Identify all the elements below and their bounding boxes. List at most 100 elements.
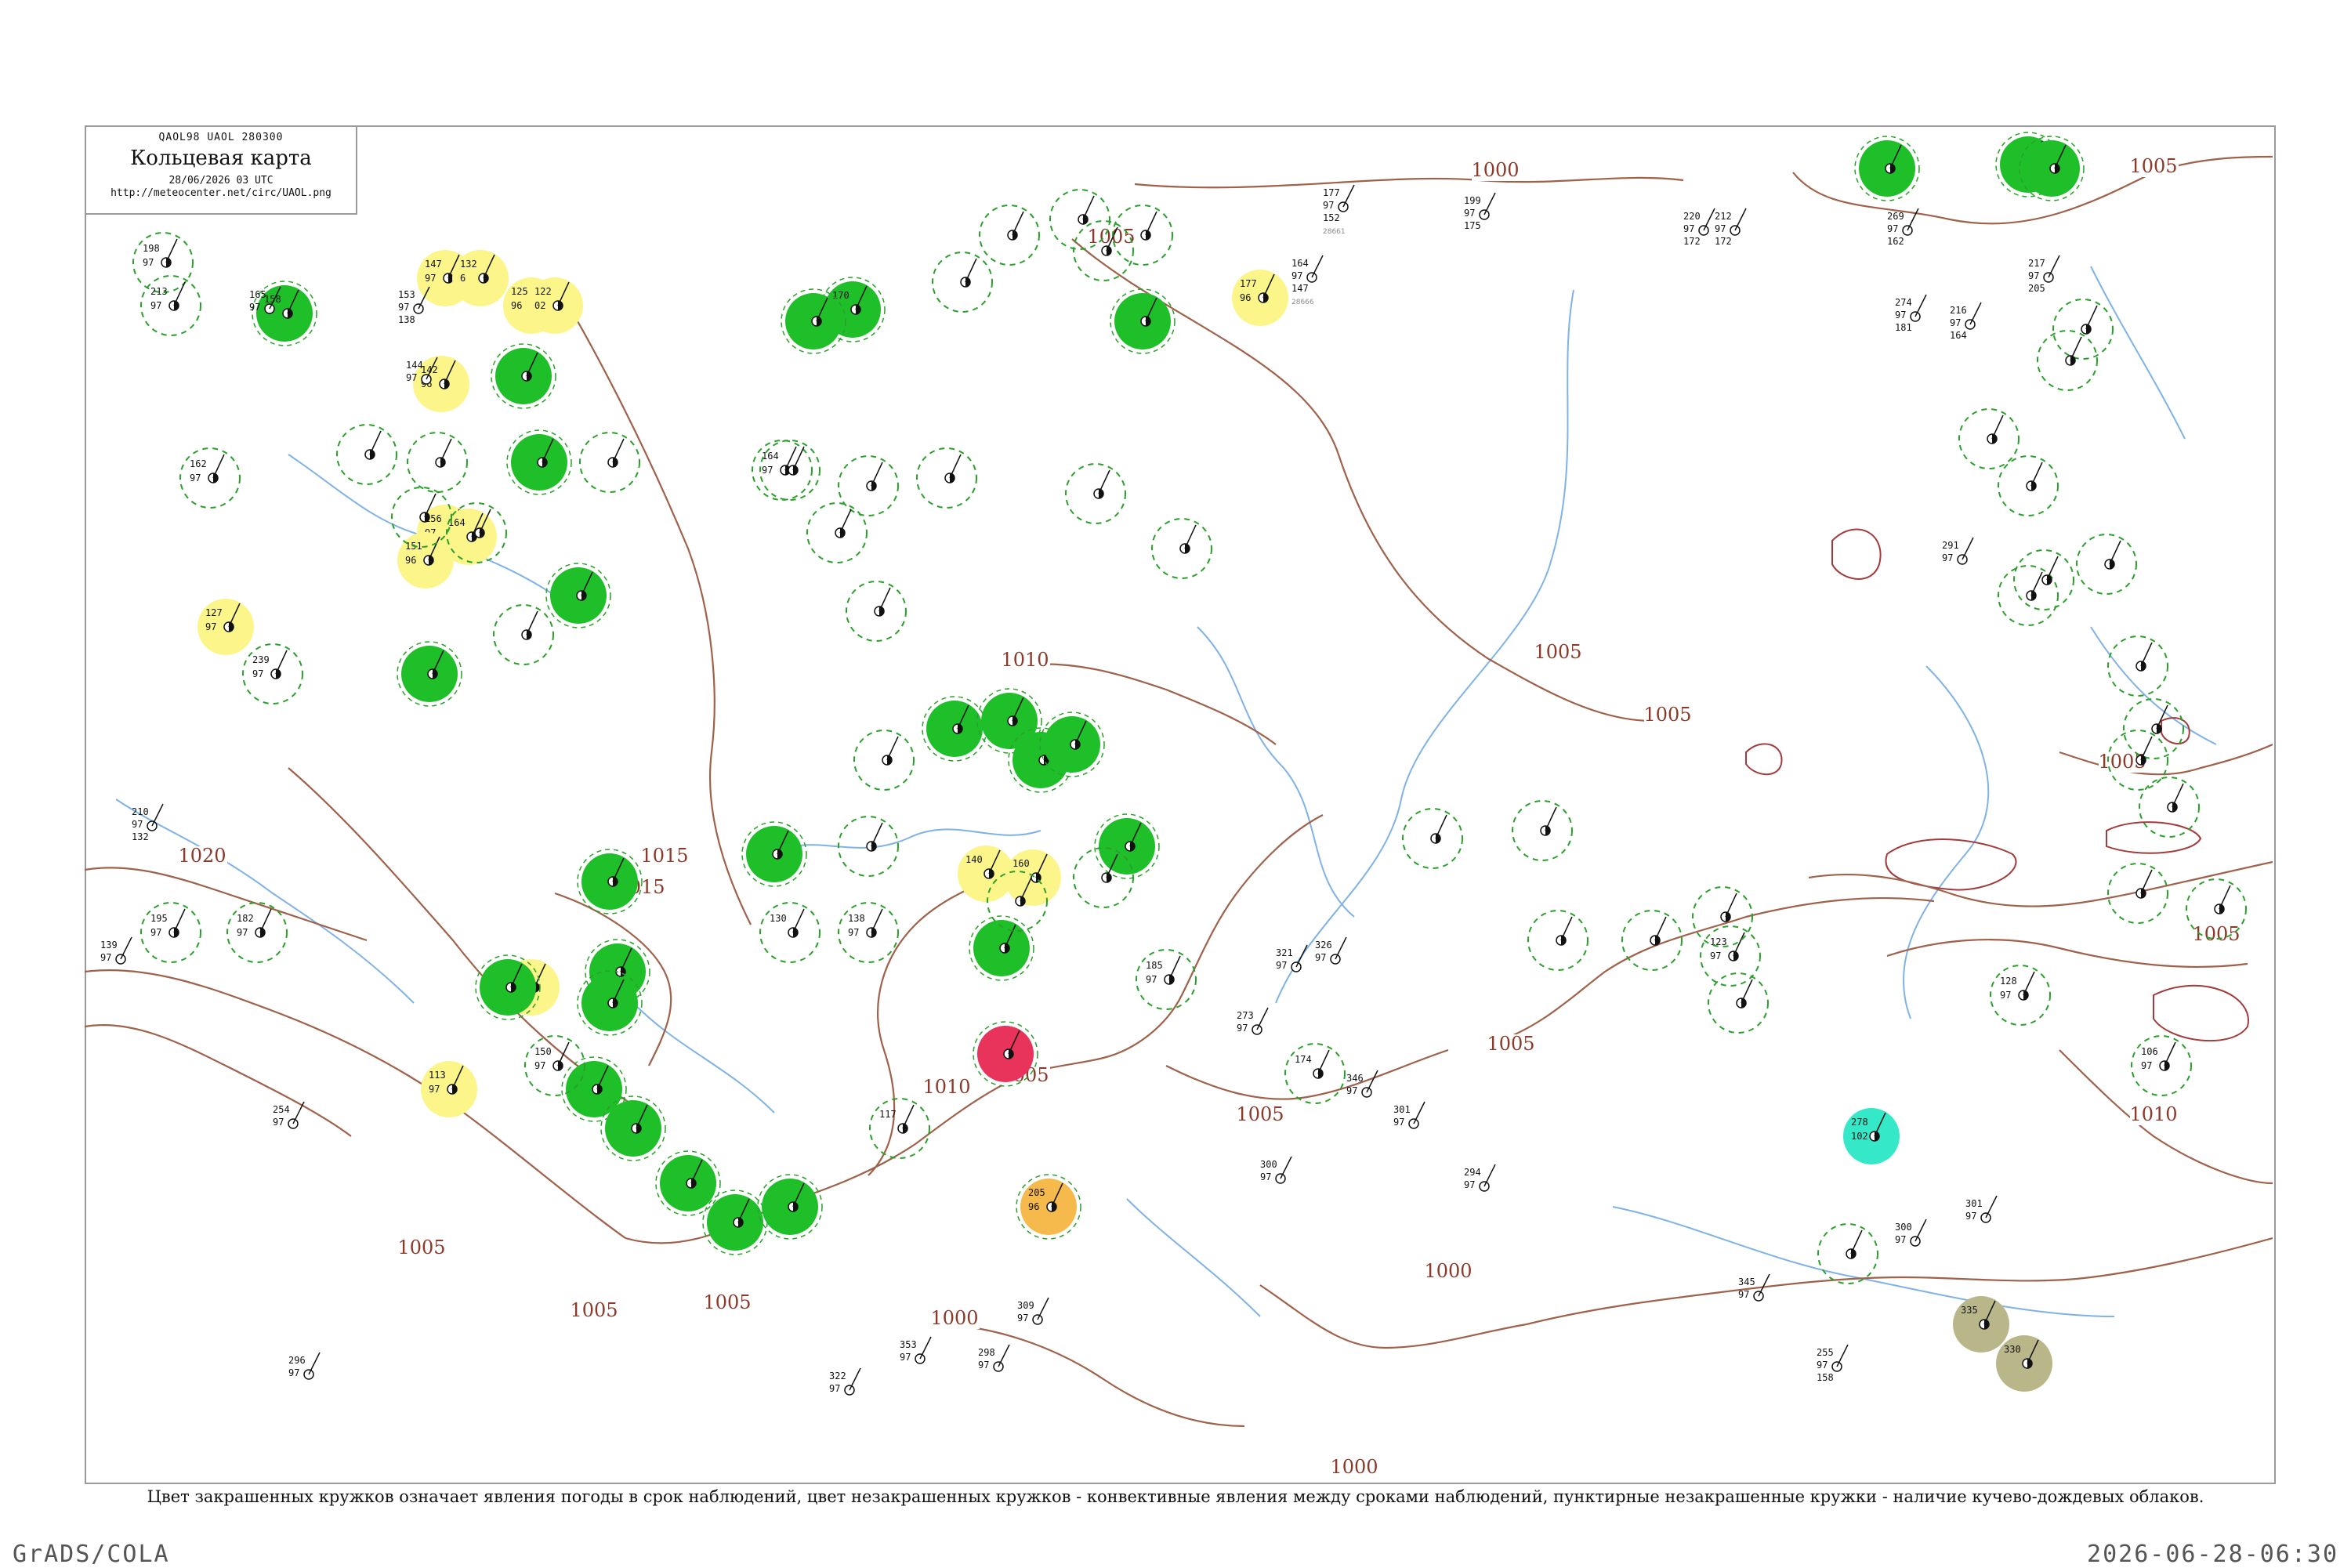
station-marker[interactable] [2107,863,2168,924]
station-marker[interactable]: 30197 [1965,1195,1998,1223]
station-marker[interactable]: 12202 [527,277,583,334]
station-marker[interactable]: 23997 [242,643,303,704]
station-marker[interactable] [2052,299,2114,360]
station-marker[interactable] [577,849,643,914]
station-marker[interactable]: 25497 [273,1101,305,1129]
station-marker[interactable] [1998,455,2059,516]
station-marker[interactable]: 29697 [288,1352,321,1380]
station-marker[interactable]: 177 97152 28661 [1323,184,1355,236]
station-marker[interactable] [1151,518,1212,579]
station-marker[interactable]: 174 [1284,1043,1346,1104]
station-marker[interactable] [1402,808,1463,869]
station-marker[interactable]: 13897 [838,902,899,963]
station-marker[interactable]: 18597 [1136,949,1197,1010]
station-marker[interactable] [1512,800,1573,861]
station-marker[interactable]: 199 97175 [1464,192,1496,231]
station-marker[interactable]: 32197 [1276,944,1308,972]
station-marker[interactable] [2037,330,2098,391]
station-marker[interactable] [2076,534,2137,595]
isobar-label: 1005 [1087,226,1135,248]
station-marker[interactable]: 29497 [1464,1164,1496,1192]
station-marker[interactable] [916,447,977,509]
station-marker[interactable]: 19597 [140,902,201,963]
station-marker[interactable] [397,641,462,707]
station-marker[interactable]: 26997 162 [1887,208,1919,247]
station-marker[interactable] [1817,1223,1878,1284]
station-marker[interactable]: 30997 [1017,1297,1049,1325]
station-marker[interactable]: 35397 [900,1336,932,1364]
station-marker[interactable] [1065,463,1126,524]
station-marker[interactable] [1527,910,1588,971]
station-marker[interactable] [2123,698,2184,759]
station-marker[interactable]: 30197 [1393,1101,1425,1129]
station-marker[interactable]: 15196 [397,532,454,588]
station-marker[interactable] [702,1190,768,1255]
station-marker[interactable]: 1326 [452,250,509,306]
station-marker[interactable]: 30097 [1895,1219,1927,1247]
station-marker[interactable]: 335 [1953,1296,2009,1353]
station-marker[interactable] [2139,777,2200,838]
station-marker[interactable]: 27397 [1237,1007,1269,1035]
station-marker[interactable]: 21397 [140,275,201,336]
station-marker[interactable] [741,821,807,887]
wind-barb-icon [1991,415,2004,440]
station-marker[interactable] [846,581,907,642]
station-marker[interactable] [806,502,868,563]
station-marker[interactable] [491,343,556,409]
station-marker[interactable]: 255 97158 [1817,1344,1849,1383]
station-marker[interactable] [506,429,572,495]
station-marker[interactable]: 330 [1996,1335,2052,1392]
station-marker[interactable]: 30097 [1260,1156,1292,1184]
station-marker[interactable] [1621,910,1683,971]
station-marker[interactable] [1854,136,1920,201]
station-marker[interactable] [1094,813,1160,879]
station-marker[interactable] [838,816,899,877]
station-marker[interactable] [2013,549,2074,610]
source-url[interactable]: http://meteocenter.net/circ/UAOL.png [86,187,356,200]
station-marker[interactable]: 15097 [524,1035,585,1096]
station-marker[interactable] [579,432,640,493]
station-marker[interactable]: 16297 [179,447,241,509]
station-marker[interactable] [853,730,915,791]
station-marker[interactable]: 32697 [1315,936,1347,965]
station-marker[interactable]: 22097 172 [1683,208,1715,247]
station-marker[interactable] [336,424,397,485]
station-marker[interactable] [545,563,611,628]
station-marker[interactable]: 32297 [829,1367,861,1396]
station-marker[interactable] [932,252,993,313]
station-marker[interactable]: 13997 [100,936,132,965]
station-marker[interactable]: 20596 [1016,1174,1081,1240]
station-marker[interactable] [577,970,643,1036]
station-marker[interactable]: 210 97132 [132,803,164,842]
station-marker[interactable] [1958,408,2020,469]
station-marker[interactable]: 12897 [1990,965,2051,1026]
station-marker[interactable]: 117 [869,1098,930,1159]
station-marker[interactable]: 34697 [1346,1070,1378,1098]
station-marker[interactable]: 21697 164 [1950,302,1982,341]
station-marker[interactable] [1708,972,1769,1034]
station-marker[interactable]: 130 [759,902,820,963]
station-marker[interactable] [838,455,899,516]
station-marker[interactable] [407,432,468,493]
station-marker[interactable] [493,604,554,665]
station-marker[interactable]: 18297 [226,902,288,963]
station-marker[interactable] [1049,189,1110,250]
station-marker[interactable]: 274 97 181 [1895,294,1927,333]
station-marker[interactable]: 21297 172 [1715,208,1747,247]
station-marker[interactable] [757,1174,823,1240]
station-marker[interactable]: 17796 [1232,270,1288,326]
station-marker[interactable] [1110,288,1176,354]
station-marker[interactable]: 10697 [2131,1035,2192,1096]
station-marker[interactable] [655,1150,721,1216]
station-marker[interactable]: 11397 [421,1061,477,1117]
station-marker[interactable]: 278102 [1843,1108,1900,1164]
station-marker[interactable]: 12797 [197,599,254,655]
station-marker[interactable] [922,696,987,762]
station-marker[interactable]: 160 [1005,849,1061,906]
station-marker[interactable]: 29897 [978,1344,1010,1372]
station-marker[interactable]: 29197 [1942,537,1974,565]
station-marker[interactable]: 16497 147 28666 [1291,255,1324,306]
station-marker[interactable] [781,288,846,354]
station-marker[interactable]: 21797 205 [2028,255,2060,294]
station-marker[interactable] [979,205,1040,266]
